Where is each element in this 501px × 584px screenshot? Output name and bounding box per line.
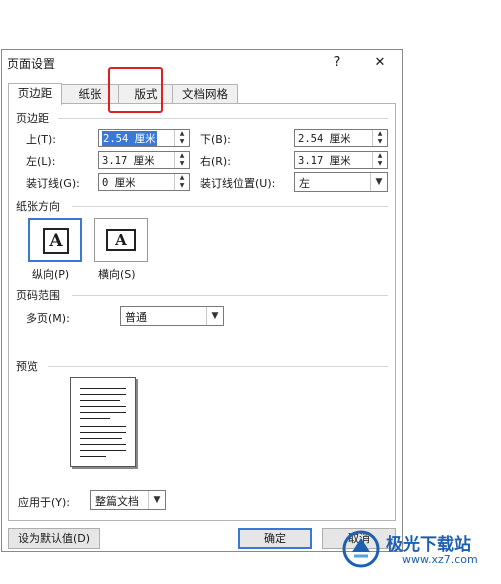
preview-page: [70, 377, 136, 467]
gutter-spinner[interactable]: 0 厘米 ▲ ▼: [98, 173, 190, 191]
title-bar: 页面设置 ? ✕: [2, 50, 402, 76]
section-orientation-title: 纸张方向: [16, 200, 60, 213]
section-pages-title: 页码范围: [16, 289, 60, 302]
chevron-down-icon[interactable]: ▼: [148, 491, 165, 509]
apply-to-select[interactable]: 整篇文档 ▼: [90, 490, 166, 510]
gutter-position-select[interactable]: 左 ▼: [294, 172, 388, 192]
spin-up-icon[interactable]: ▲: [373, 130, 387, 138]
left-margin-value: 3.17 厘米: [102, 155, 155, 167]
top-margin-spinner[interactable]: 2.54 厘米 ▲ ▼: [98, 129, 190, 147]
divider: [72, 295, 388, 296]
gutter-position-label: 装订线位置(U):: [200, 177, 276, 190]
site-watermark: 极光下载站 www.xz7.com: [340, 528, 496, 572]
spin-up-icon[interactable]: ▲: [175, 152, 189, 160]
gutter-position-value: 左: [299, 177, 310, 190]
chevron-down-icon[interactable]: ▼: [206, 307, 223, 325]
dialog-title: 页面设置: [7, 57, 56, 71]
chevron-down-icon[interactable]: ▼: [370, 173, 387, 191]
right-margin-label: 右(R):: [200, 155, 231, 168]
right-margin-spinner[interactable]: 3.17 厘米 ▲ ▼: [294, 151, 388, 169]
left-margin-spinner[interactable]: 3.17 厘米 ▲ ▼: [98, 151, 190, 169]
bottom-margin-spinner[interactable]: 2.54 厘米 ▲ ▼: [294, 129, 388, 147]
landscape-label[interactable]: 横向(S): [98, 266, 136, 282]
spin-up-icon[interactable]: ▲: [373, 152, 387, 160]
preview-line: [80, 450, 126, 451]
multiple-pages-select[interactable]: 普通 ▼: [120, 306, 224, 326]
section-margins-title: 页边距: [16, 112, 49, 125]
watermark-name: 极光下载站: [386, 535, 471, 555]
ok-button[interactable]: 确定: [238, 528, 312, 549]
bottom-margin-value: 2.54 厘米: [298, 133, 351, 145]
divider: [72, 206, 388, 207]
spin-down-icon[interactable]: ▼: [175, 138, 189, 146]
preview-line: [80, 438, 122, 439]
divider: [58, 118, 388, 119]
preview-line: [80, 388, 126, 389]
top-margin-value: 2.54 厘米: [102, 131, 157, 146]
spin-up-icon[interactable]: ▲: [175, 130, 189, 138]
preview-line: [80, 418, 110, 419]
preview-line: [80, 400, 120, 401]
watermark-url: www.xz7.com: [402, 553, 478, 566]
portrait-label[interactable]: 纵向(P): [32, 266, 69, 282]
left-margin-label: 左(L):: [26, 155, 56, 168]
apply-to-value: 整篇文档: [95, 495, 139, 508]
bottom-margin-label: 下(B):: [200, 133, 231, 146]
spin-down-icon[interactable]: ▼: [175, 160, 189, 168]
preview-line: [80, 412, 126, 413]
close-button[interactable]: ✕: [367, 52, 393, 74]
multiple-pages-label: 多页(M):: [26, 312, 70, 325]
portrait-option[interactable]: A: [28, 218, 82, 262]
gutter-value: 0 厘米: [102, 177, 136, 189]
top-margin-label: 上(T):: [26, 133, 57, 146]
page-setup-dialog: 页面设置 ? ✕ 页边距 纸张 版式 文档网格 页边距 上(T): 2.54 厘…: [1, 49, 403, 552]
annotation-highlight-box: [108, 67, 163, 113]
gutter-label: 装订线(G):: [26, 177, 80, 190]
tab-document-grid[interactable]: 文档网格: [172, 84, 238, 104]
section-preview-title: 预览: [16, 360, 38, 373]
watermark-logo-icon: [342, 530, 380, 568]
spin-down-icon[interactable]: ▼: [373, 138, 387, 146]
landscape-option[interactable]: A: [94, 218, 148, 262]
multiple-pages-value: 普通: [125, 311, 147, 324]
landscape-page-icon: A: [106, 229, 136, 251]
preview-line: [80, 456, 106, 457]
set-default-button[interactable]: 设为默认值(D): [8, 528, 100, 549]
spin-up-icon[interactable]: ▲: [175, 174, 189, 182]
tab-margins[interactable]: 页边距: [8, 83, 62, 105]
preview-line: [80, 426, 126, 427]
preview-line: [80, 406, 126, 407]
help-button[interactable]: ?: [324, 52, 350, 74]
spin-down-icon[interactable]: ▼: [373, 160, 387, 168]
preview-line: [80, 444, 126, 445]
right-margin-value: 3.17 厘米: [298, 155, 351, 167]
portrait-page-icon: A: [43, 228, 69, 254]
preview-line: [80, 394, 126, 395]
divider: [48, 366, 388, 367]
apply-to-label: 应用于(Y):: [18, 496, 71, 509]
preview-line: [80, 432, 126, 433]
spin-down-icon[interactable]: ▼: [175, 182, 189, 190]
